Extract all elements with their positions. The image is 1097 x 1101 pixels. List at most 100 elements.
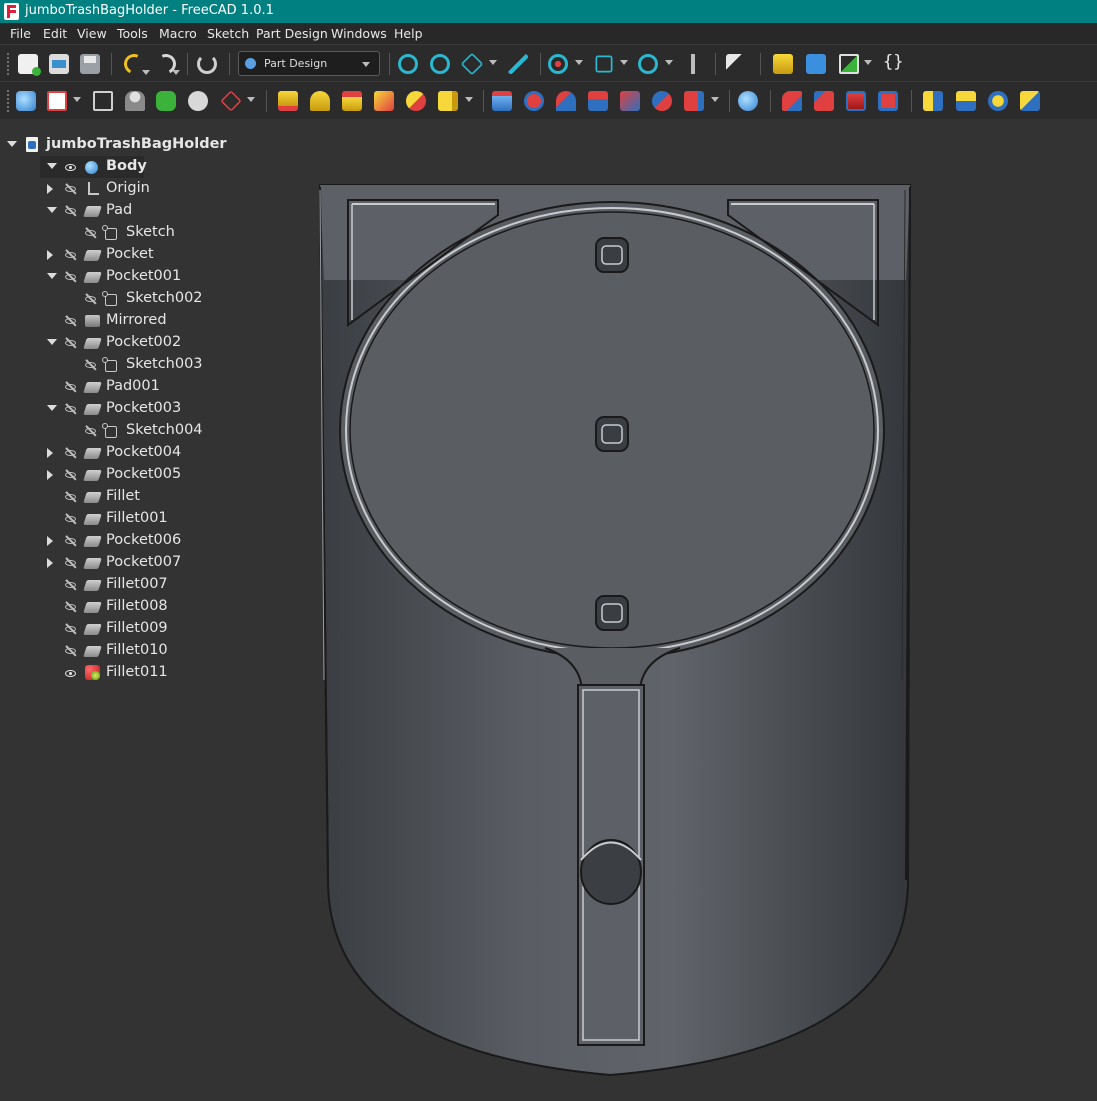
eye-hidden-icon[interactable] <box>85 425 97 437</box>
undo-dropdown-icon[interactable] <box>142 70 150 75</box>
groove-tool-icon[interactable] <box>556 91 576 111</box>
measure-view-icon[interactable] <box>508 54 528 74</box>
menu-macro[interactable]: Macro <box>159 26 197 41</box>
tree-item-fillet001[interactable]: Fillet001 <box>0 508 320 530</box>
eye-hidden-icon[interactable] <box>65 557 77 569</box>
zoom-icon[interactable] <box>638 54 658 74</box>
revolution-tool-icon[interactable] <box>310 91 330 111</box>
3d-viewport[interactable] <box>300 160 1097 1101</box>
subtractive-primitive-icon[interactable] <box>684 91 704 111</box>
tree-item-sketch004[interactable]: Sketch004 <box>0 420 320 442</box>
tree-item-sketch[interactable]: Sketch <box>0 222 320 244</box>
thickness-tool-icon[interactable] <box>878 91 898 111</box>
eye-hidden-icon[interactable] <box>65 513 77 525</box>
tree-item-pocket001[interactable]: Pocket001 <box>0 266 320 288</box>
tree-item-fillet007[interactable]: Fillet007 <box>0 574 320 596</box>
tree-item-sketch003[interactable]: Sketch003 <box>0 354 320 376</box>
workbench-selector[interactable]: Part Design <box>238 51 380 76</box>
sketch-dropdown-icon[interactable] <box>73 97 81 102</box>
tree-item-fillet008[interactable]: Fillet008 <box>0 596 320 618</box>
menu-windows[interactable]: Windows <box>331 26 387 41</box>
eye-hidden-icon[interactable] <box>65 403 77 415</box>
additive-loft-icon[interactable] <box>342 91 362 111</box>
expand-arrow-icon[interactable] <box>47 536 53 546</box>
zoom-dropdown-icon[interactable] <box>665 60 673 65</box>
additive-helix-icon[interactable] <box>406 91 426 111</box>
tree-item-pocket[interactable]: Pocket <box>0 244 320 266</box>
expand-arrow-icon[interactable] <box>47 250 53 260</box>
toolbar-grip[interactable] <box>6 89 10 113</box>
expand-arrow-icon[interactable] <box>47 184 53 194</box>
eye-hidden-icon[interactable] <box>85 359 97 371</box>
group-folder-icon[interactable] <box>806 54 826 74</box>
save-document-icon[interactable] <box>80 54 100 74</box>
tree-item-pocket002[interactable]: Pocket002 <box>0 332 320 354</box>
tree-item-sketch002[interactable]: Sketch002 <box>0 288 320 310</box>
toolbar-grip[interactable] <box>6 52 10 76</box>
polar-pattern-icon[interactable] <box>988 91 1008 111</box>
tree-item-fillet010[interactable]: Fillet010 <box>0 640 320 662</box>
redo-dropdown-icon[interactable] <box>172 70 180 75</box>
create-sketch-icon[interactable] <box>47 91 67 111</box>
menu-sketch[interactable]: Sketch <box>207 26 249 41</box>
create-body-icon[interactable] <box>16 91 36 111</box>
tree-item-fillet011[interactable]: Fillet011 <box>0 662 320 684</box>
expand-arrow-icon[interactable] <box>7 141 17 147</box>
subtractive-pipe-icon[interactable] <box>620 91 640 111</box>
eye-hidden-icon[interactable] <box>65 469 77 481</box>
bounding-box-icon[interactable] <box>595 55 613 73</box>
eye-hidden-icon[interactable] <box>65 601 77 613</box>
part-icon[interactable] <box>773 54 793 74</box>
menu-file[interactable]: File <box>10 26 31 41</box>
shape-binder-icon[interactable] <box>125 91 145 111</box>
eye-hidden-icon[interactable] <box>65 337 77 349</box>
datum-dropdown-icon[interactable] <box>247 97 255 102</box>
tree-item-pad[interactable]: Pad <box>0 200 320 222</box>
tree-item-pocket005[interactable]: Pocket005 <box>0 464 320 486</box>
whats-this-icon[interactable] <box>726 54 746 74</box>
eye-hidden-icon[interactable] <box>65 315 77 327</box>
tree-item-origin[interactable]: Origin <box>0 178 320 200</box>
subshape-binder-icon[interactable] <box>156 91 176 111</box>
tree-item-pocket007[interactable]: Pocket007 <box>0 552 320 574</box>
eye-hidden-icon[interactable] <box>65 205 77 217</box>
measure-icon[interactable] <box>683 54 703 74</box>
boolean-icon[interactable] <box>738 91 758 111</box>
subtractive-primitive-dropdown-icon[interactable] <box>711 97 719 102</box>
eye-hidden-icon[interactable] <box>65 381 77 393</box>
pocket-tool-icon[interactable] <box>492 91 512 111</box>
link-icon[interactable] <box>839 54 859 74</box>
eye-hidden-icon[interactable] <box>65 447 77 459</box>
fillet-tool-icon[interactable] <box>782 91 802 111</box>
tree-item-fillet009[interactable]: Fillet009 <box>0 618 320 640</box>
multi-transform-icon[interactable] <box>1020 91 1040 111</box>
eye-hidden-icon[interactable] <box>65 183 77 195</box>
tree-item-pad001[interactable]: Pad001 <box>0 376 320 398</box>
eye-hidden-icon[interactable] <box>65 623 77 635</box>
validate-sketch-icon[interactable] <box>93 91 113 111</box>
tree-item-pocket006[interactable]: Pocket006 <box>0 530 320 552</box>
collapse-arrow-icon[interactable] <box>47 163 57 169</box>
expand-arrow-icon[interactable] <box>47 470 53 480</box>
eye-hidden-icon[interactable] <box>85 227 97 239</box>
chamfer-tool-icon[interactable] <box>814 91 834 111</box>
eye-hidden-icon[interactable] <box>65 535 77 547</box>
eye-hidden-icon[interactable] <box>65 271 77 283</box>
eye-hidden-icon[interactable] <box>65 249 77 261</box>
datum-plane-icon[interactable] <box>220 90 242 112</box>
expand-arrow-icon[interactable] <box>47 558 53 568</box>
tree-item-fillet[interactable]: Fillet <box>0 486 320 508</box>
eye-hidden-icon[interactable] <box>85 293 97 305</box>
tree-item-body[interactable]: Body <box>40 156 147 178</box>
eye-icon[interactable] <box>65 667 77 679</box>
menu-tools[interactable]: Tools <box>117 26 148 41</box>
new-document-icon[interactable] <box>18 54 41 76</box>
isometric-view-icon[interactable] <box>460 52 484 76</box>
linear-pattern-icon[interactable] <box>956 91 976 111</box>
refresh-icon[interactable] <box>197 54 217 74</box>
link-dropdown-icon[interactable] <box>864 60 872 65</box>
expand-arrow-icon[interactable] <box>47 448 53 458</box>
menu-view[interactable]: View <box>77 26 107 41</box>
eye-hidden-icon[interactable] <box>65 491 77 503</box>
eye-hidden-icon[interactable] <box>65 579 77 591</box>
